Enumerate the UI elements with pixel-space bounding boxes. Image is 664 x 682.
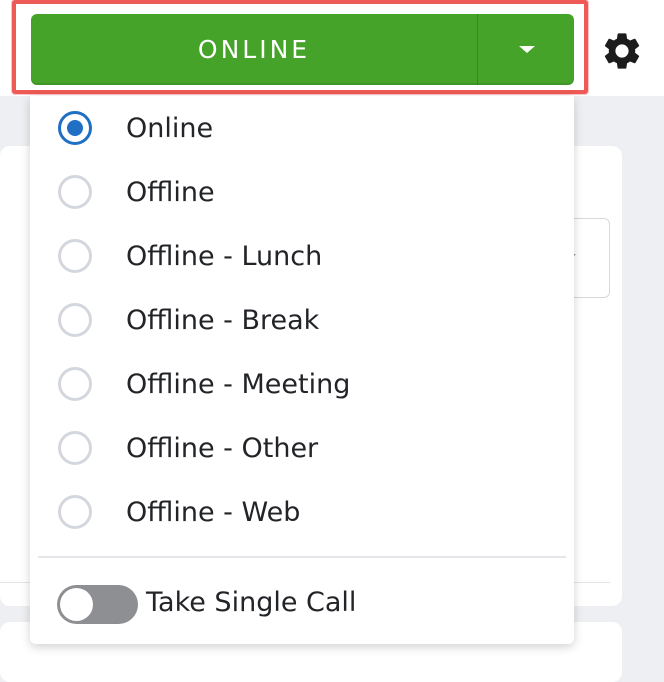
single-call-toggle[interactable]: [57, 585, 138, 624]
menu-divider: [38, 556, 566, 558]
status-button[interactable]: ONLINE: [31, 14, 574, 85]
status-dropdown-menu: Online Offline Offline - Lunch Offline -…: [30, 96, 574, 644]
status-option-offline-meeting[interactable]: Offline - Meeting: [30, 353, 574, 417]
status-option-offline-lunch[interactable]: Offline - Lunch: [30, 225, 574, 289]
radio-selected-icon[interactable]: [58, 111, 92, 145]
radio-icon[interactable]: [58, 175, 92, 209]
status-option-label: Offline - Other: [126, 433, 319, 464]
single-call-row: Take Single Call: [30, 570, 574, 636]
status-button-label: ONLINE: [197, 35, 311, 64]
radio-icon[interactable]: [58, 367, 92, 401]
status-option-label: Offline - Web: [126, 497, 301, 528]
status-option-offline-other[interactable]: Offline - Other: [30, 417, 574, 481]
status-dropdown-toggle[interactable]: [478, 14, 574, 85]
status-option-online[interactable]: Online: [30, 97, 574, 161]
radio-icon[interactable]: [58, 239, 92, 273]
status-option-offline-break[interactable]: Offline - Break: [30, 289, 574, 353]
toggle-knob: [60, 588, 93, 621]
radio-icon[interactable]: [58, 495, 92, 529]
status-option-offline[interactable]: Offline: [30, 161, 574, 225]
radio-icon[interactable]: [58, 303, 92, 337]
status-option-label: Offline: [126, 177, 215, 208]
gear-icon[interactable]: [600, 29, 644, 73]
status-option-offline-web[interactable]: Offline - Web: [30, 481, 574, 545]
single-call-label: Take Single Call: [146, 587, 357, 618]
status-option-label: Offline - Break: [126, 305, 320, 336]
status-option-label: Offline - Lunch: [126, 241, 323, 272]
status-option-label: Online: [126, 113, 214, 144]
radio-icon[interactable]: [58, 431, 92, 465]
status-option-label: Offline - Meeting: [126, 369, 351, 400]
